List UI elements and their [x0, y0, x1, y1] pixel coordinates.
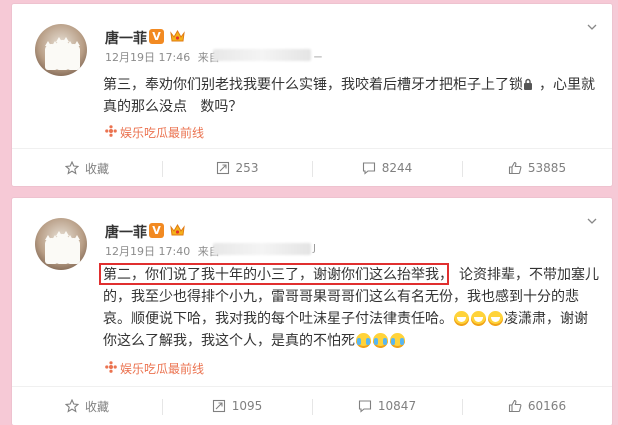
post-text-line: 哀。顺便说下哈，我对我的每个吐沫星子付法律责任哈。: [103, 311, 453, 327]
source-tag-icon: [105, 361, 117, 373]
post-text-line: 第三，奉劝你们别老找我要什么实锤，我咬着后槽牙才把柜子上了锁: [103, 77, 523, 93]
post-text-line: ，心里就: [539, 77, 595, 93]
weibo-post-card: 唐一菲 V 12月19日 17:46 来自 ㄧ 第三，奉劝你们别老找我要什么实锤…: [12, 4, 612, 186]
lock-icon: [524, 78, 532, 90]
post-meta: 12月19日 17:40 来自: [105, 243, 220, 259]
avatar-cat-figure: [67, 41, 80, 70]
repost-count: 1095: [231, 399, 263, 413]
crying-emoji-icon: [390, 333, 405, 348]
username[interactable]: 唐一菲: [105, 28, 147, 48]
blurred-source-tail: J: [313, 243, 316, 254]
action-bar: 收藏 1095 10847 60166: [12, 386, 612, 425]
blurred-source-client: [213, 243, 311, 255]
comment-button[interactable]: 8244: [312, 149, 462, 187]
crown-badge-icon[interactable]: [169, 29, 186, 44]
comment-count: 8244: [381, 161, 413, 175]
crying-emoji-icon: [356, 333, 371, 348]
source-tag[interactable]: 娱乐吃瓜最前线: [105, 360, 204, 377]
avatar[interactable]: [35, 218, 87, 270]
like-count: 60166: [527, 399, 567, 413]
repost-button[interactable]: 253: [162, 149, 312, 187]
source-tag-icon: [105, 125, 117, 137]
thumbs-up-icon: [508, 161, 522, 175]
repost-icon: [212, 399, 225, 413]
chevron-down-icon[interactable]: [587, 22, 597, 33]
repost-button[interactable]: 1095: [162, 387, 312, 425]
like-count: 53885: [527, 161, 567, 175]
post-timestamp[interactable]: 12月19日 17:40: [105, 245, 190, 258]
comment-icon: [358, 400, 371, 413]
blurred-source-client: [213, 49, 311, 61]
laughing-emoji-icon: [488, 311, 503, 326]
favorite-button[interactable]: 收藏: [12, 387, 162, 425]
star-icon: [64, 399, 79, 413]
comment-count: 10847: [377, 399, 417, 413]
avatar-cat-figure: [67, 235, 80, 264]
favorite-label: 收藏: [84, 399, 109, 414]
laughing-emoji-icon: [454, 311, 469, 326]
favorite-button[interactable]: 收藏: [12, 149, 162, 187]
post-text-line: 第二，你们说了我十年的小三了，谢谢你们这么抬举我，: [103, 267, 453, 283]
post-text: 第三，奉劝你们别老找我要什么实锤，我咬着后槽牙才把柜子上了锁 ，心里就 真的那么没…: [103, 74, 598, 118]
verified-v-icon[interactable]: V: [149, 223, 164, 238]
crying-emoji-icon: [373, 333, 388, 348]
post-text-line: 论资排辈，不带加塞儿: [459, 267, 599, 283]
blurred-source-tail: ㄧ: [313, 53, 323, 64]
post-text-line: 你这么了解我，我这个人，是真的不怕死: [103, 333, 355, 349]
like-button[interactable]: 53885: [462, 149, 612, 187]
post-text-line: 的，我至少也得排个小九，雷哥哥果哥哥们这么有名无份，我也感到十分的悲: [103, 289, 579, 305]
chevron-down-icon[interactable]: [587, 216, 597, 227]
crown-badge-icon[interactable]: [169, 223, 186, 238]
source-tag-label: 娱乐吃瓜最前线: [120, 362, 205, 376]
post-meta: 12月19日 17:46 来自: [105, 49, 220, 65]
verified-v-icon[interactable]: V: [149, 29, 164, 44]
source-tag-label: 娱乐吃瓜最前线: [120, 126, 205, 140]
post-timestamp[interactable]: 12月19日 17:46: [105, 51, 190, 64]
repost-count: 253: [235, 161, 259, 175]
repost-icon: [216, 161, 229, 175]
username[interactable]: 唐一菲: [105, 222, 147, 242]
thumbs-up-icon: [508, 399, 522, 413]
comment-icon: [362, 162, 375, 175]
laughing-emoji-icon: [471, 311, 486, 326]
post-text-line: 凌潇肃，谢谢: [504, 311, 588, 327]
avatar[interactable]: [35, 24, 87, 76]
favorite-label: 收藏: [84, 161, 109, 176]
weibo-post-card: 唐一菲 V 12月19日 17:40 来自 J 第二，你们说了我十年的小三了，谢…: [12, 198, 612, 425]
comment-button[interactable]: 10847: [312, 387, 462, 425]
post-text-line: 真的那么没点 数吗？: [103, 99, 243, 115]
action-bar: 收藏 253 8244 53885: [12, 148, 612, 187]
star-icon: [64, 161, 79, 175]
post-text: 第二，你们说了我十年的小三了，谢谢你们这么抬举我， 论资排辈，不带加塞儿 的，我至…: [103, 264, 599, 352]
like-button[interactable]: 60166: [462, 387, 612, 425]
source-tag[interactable]: 娱乐吃瓜最前线: [105, 124, 204, 141]
